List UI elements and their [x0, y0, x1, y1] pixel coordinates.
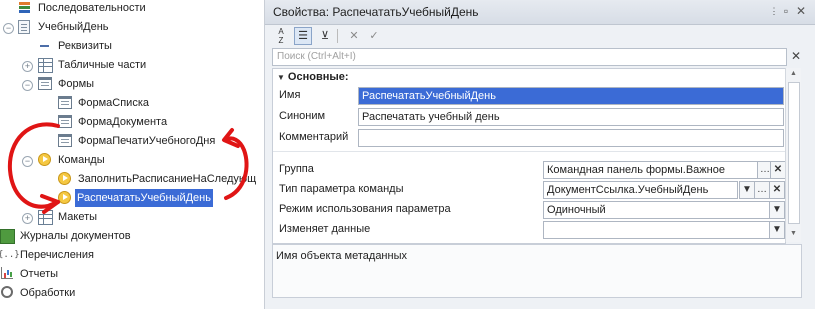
property-row-group: Группа Командная панель формы.Важное … ✕: [273, 160, 785, 180]
search-input[interactable]: [273, 49, 781, 63]
property-label: Группа: [279, 163, 314, 175]
tree-item-label: Журналы документов: [20, 230, 131, 242]
collapse-icon[interactable]: −: [22, 156, 33, 167]
checkmark-icon[interactable]: ✓: [365, 27, 383, 45]
property-row-synonym: Синоним Распечатать учебный день: [273, 107, 785, 127]
property-row-param-type: Тип параметра команды ДокументСсылка.Уче…: [273, 180, 785, 200]
processing-icon: [1, 286, 13, 298]
dropdown-icon[interactable]: ▼: [769, 221, 785, 239]
document-icon: [18, 20, 30, 34]
param-mode-select[interactable]: Одиночный: [543, 201, 775, 219]
enum-icon: [0, 246, 20, 264]
search-box: [272, 48, 787, 66]
command-icon: [58, 172, 71, 185]
section-header[interactable]: ▼ Основные:: [273, 70, 349, 84]
section-title: Основные:: [287, 71, 349, 83]
expand-icon[interactable]: +: [22, 213, 33, 224]
property-label: Режим использования параметра: [279, 203, 451, 215]
metadata-tree: Последовательности − УчебныйДень Реквизи…: [0, 0, 264, 309]
toolbar-separator: [337, 29, 338, 43]
expand-icon[interactable]: +: [22, 61, 33, 72]
categorized-view-icon[interactable]: ☰: [294, 27, 312, 45]
form-icon: [58, 96, 72, 109]
property-row-param-mode: Режим использования параметра Одиночный …: [273, 200, 785, 220]
property-grid: ▼ Основные: Имя РаспечататьУчебныйДень Си…: [272, 68, 786, 244]
properties-panel: Свойства: РаспечататьУчебныйДень ⋮ ▫ ✕ A…: [264, 0, 815, 309]
param-type-field[interactable]: ДокументСсылка.УчебныйДень: [543, 181, 738, 199]
tree-item-label: Отчеты: [20, 268, 59, 280]
synonym-field[interactable]: Распечатать учебный день: [358, 108, 784, 126]
collapse-icon[interactable]: −: [3, 23, 14, 34]
collapse-icon[interactable]: −: [22, 80, 33, 91]
divider: [273, 151, 785, 152]
tree-item-label: ЗаполнитьРасписаниеНаСледующ: [78, 173, 257, 185]
vertical-scrollbar[interactable]: ▲ ▼: [785, 68, 801, 242]
tree-item-label: ФормаСписка: [78, 97, 149, 109]
report-icon: [1, 267, 13, 279]
form-icon: [58, 134, 72, 147]
property-label: Синоним: [279, 110, 326, 122]
tree-item-label: ФормаДокумента: [78, 116, 168, 128]
tree-item-label: Обработки: [20, 287, 76, 299]
comment-field[interactable]: [358, 129, 784, 147]
description-text: Имя объекта метаданных: [276, 250, 407, 262]
tree-item-label: Формы: [58, 78, 95, 90]
restore-icon[interactable]: ▫: [779, 4, 793, 18]
command-icon: [38, 153, 51, 166]
close-icon[interactable]: ✕: [794, 4, 808, 18]
property-label: Изменяет данные: [279, 223, 371, 235]
modifies-data-select[interactable]: [543, 221, 775, 239]
table-icon: [38, 58, 53, 73]
journal-icon: [0, 229, 15, 244]
clear-search-icon[interactable]: ✕: [789, 48, 803, 64]
property-row-comment: Комментарий: [273, 128, 785, 148]
tree-item-label: ФормаПечатиУчебногоДня: [78, 135, 216, 147]
tree-item-label: Макеты: [58, 211, 98, 223]
description-box: Имя объекта метаданных: [272, 244, 802, 298]
property-label: Имя: [279, 89, 301, 101]
form-icon: [58, 115, 72, 128]
form-icon: [38, 77, 52, 90]
scroll-down-icon[interactable]: ▼: [786, 228, 801, 240]
command-icon: [58, 191, 71, 204]
delete-icon[interactable]: ✕: [345, 27, 363, 45]
clear-icon[interactable]: ✕: [769, 181, 785, 199]
tree-item-label: РаспечататьУчебныйДень: [75, 189, 213, 207]
scroll-up-icon[interactable]: ▲: [786, 68, 801, 80]
tree-item-label: Перечисления: [20, 249, 94, 261]
scroll-thumb[interactable]: [788, 82, 800, 224]
select-button[interactable]: …: [754, 181, 770, 199]
collapse-triangle-icon: ▼: [277, 73, 285, 82]
panel-toolbar: AZ ☰ ⊻ ✕ ✓: [265, 25, 801, 47]
clear-icon[interactable]: ✕: [770, 161, 785, 179]
property-label: Комментарий: [279, 131, 349, 143]
property-row-name: Имя РаспечататьУчебныйДень: [273, 86, 785, 106]
name-field[interactable]: РаспечататьУчебныйДень: [358, 87, 784, 105]
property-row-modifies-data: Изменяет данные ▼: [273, 220, 785, 240]
sort-alphabet-icon[interactable]: AZ: [272, 27, 290, 45]
panel-titlebar: Свойства: РаспечататьУчебныйДень ⋮ ▫ ✕: [265, 0, 815, 25]
tree-item-label: Реквизиты: [58, 40, 112, 52]
filter-icon[interactable]: ⊻: [316, 27, 334, 45]
tree-item-label: Команды: [58, 154, 105, 166]
template-icon: [38, 210, 53, 225]
property-label: Тип параметра команды: [279, 183, 404, 195]
attribute-icon: [38, 39, 51, 52]
tree-item-label: Табличные части: [58, 59, 147, 71]
tree-item-label: Последовательности: [38, 2, 146, 14]
group-field[interactable]: Командная панель формы.Важное: [543, 161, 759, 179]
panel-title: Свойства: РаспечататьУчебныйДень: [273, 5, 479, 19]
stack-icon: [18, 1, 31, 14]
tree-item-label: УчебныйДень: [38, 21, 109, 33]
dropdown-icon[interactable]: ▼: [769, 201, 785, 219]
dropdown-icon[interactable]: ▼: [739, 181, 755, 199]
